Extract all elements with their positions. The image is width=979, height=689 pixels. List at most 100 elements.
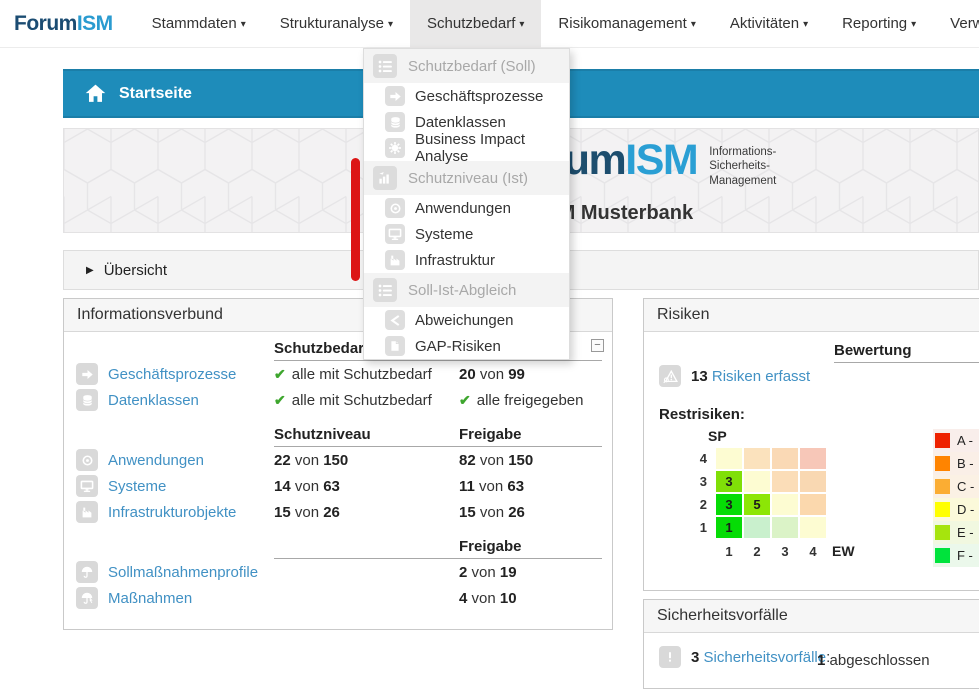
nav-item-aktivitäten[interactable]: Aktivitäten▾	[713, 0, 825, 48]
target-icon	[76, 449, 98, 471]
table-row: Anwendungen 22 von 15082 von 150	[76, 447, 602, 473]
database-icon	[385, 112, 405, 132]
table-row: Maßnahmen4 von 10	[76, 585, 602, 611]
red-section-marker	[351, 158, 360, 281]
legend-label: E -	[957, 525, 974, 540]
legend-color-swatch	[935, 548, 950, 563]
count-cell: 15 von 26	[459, 504, 602, 521]
column-header: Freigabe	[459, 538, 602, 555]
dropdown-item-infrastruktur[interactable]: Infrastruktur	[364, 247, 569, 273]
home-icon[interactable]	[85, 83, 106, 104]
arrow-right-icon	[385, 86, 405, 106]
count-cell: 15 von 26	[274, 504, 459, 521]
matrix-cell	[772, 494, 798, 515]
nav-item-schutzbedarf[interactable]: Schutzbedarf▾	[410, 0, 541, 48]
matrix-cell[interactable]: 3	[716, 494, 742, 515]
banner-logo-subtitle: Informations-Sicherheits-Management	[709, 145, 776, 188]
link-maßnahmen[interactable]: Maßnahmen	[108, 590, 192, 607]
check-cell: ✔alle mit Schutzbedarf	[274, 392, 459, 409]
nav-item-risikomanagement[interactable]: Risikomanagement▾	[541, 0, 712, 48]
check-cell: ✔alle mit Schutzbedarf	[274, 366, 459, 383]
incident-link[interactable]: Sicherheitsvorfälle	[704, 649, 827, 666]
check-icon: ✔	[274, 366, 286, 382]
matrix-cell[interactable]: 3	[716, 471, 742, 492]
link-systeme[interactable]: Systeme	[108, 478, 166, 495]
overview-label: Übersicht	[104, 262, 167, 279]
breadcrumb[interactable]: Startseite	[119, 85, 192, 103]
count-cell: 14 von 63	[274, 478, 459, 495]
legend-row: D -	[933, 498, 979, 521]
compare-icon	[385, 310, 405, 330]
dropdown-item-anwendungen[interactable]: Anwendungen	[364, 195, 569, 221]
list-icon	[373, 278, 397, 302]
matrix-cell	[772, 517, 798, 538]
arrow-right-icon	[76, 363, 98, 385]
gear-icon	[385, 138, 405, 158]
matrix-cell	[800, 517, 826, 538]
count-cell: 11 von 63	[459, 478, 602, 495]
legend-label: A -	[957, 433, 973, 448]
matrix-cell[interactable]: 1	[716, 517, 742, 538]
legend-label: D -	[957, 502, 974, 517]
dropdown-item-abweichungen[interactable]: Abweichungen	[364, 307, 569, 333]
legend-color-swatch	[935, 525, 950, 540]
nav-item-strukturanalyse[interactable]: Strukturanalyse▾	[263, 0, 410, 48]
link-infrastrukturobjekte[interactable]: Infrastrukturobjekte	[108, 504, 236, 521]
check-icon: ✔	[459, 392, 471, 408]
matrix-cell	[772, 471, 798, 492]
legend-row: C -	[933, 475, 979, 498]
link-geschäftsprozesse[interactable]: Geschäftsprozesse	[108, 366, 236, 383]
matrix-cell	[800, 448, 826, 469]
nav-item-reporting[interactable]: Reporting▾	[825, 0, 933, 48]
caret-down-icon: ▾	[803, 19, 808, 30]
matrix-ew-axis-label: EW	[828, 543, 858, 559]
collapse-button[interactable]: −	[591, 339, 604, 352]
risks-link[interactable]: Risiken erfasst	[712, 368, 810, 385]
restrisiken-label: Restrisiken:	[659, 406, 745, 423]
risks-summary: 13 Risiken erfasst	[691, 368, 810, 385]
caret-down-icon: ▾	[519, 19, 524, 30]
caret-down-icon: ▾	[241, 19, 246, 30]
top-nav: ForumISM Stammdaten▾Strukturanalyse▾Schu…	[0, 0, 979, 48]
legend-color-swatch	[935, 479, 950, 494]
document-icon	[385, 336, 405, 356]
umbrella-bolt-icon	[76, 587, 98, 609]
matrix-cell	[716, 448, 742, 469]
matrix-cell	[744, 448, 770, 469]
legend-row: F -	[933, 544, 979, 567]
incident-done: 1 abgeschlossen	[817, 652, 930, 669]
check-icon: ✔	[274, 392, 286, 408]
schutzbedarf-dropdown: Schutzbedarf (Soll)GeschäftsprozesseDate…	[363, 48, 570, 360]
app-logo[interactable]: ForumISM	[14, 12, 113, 36]
link-sollmaßnahmenprofile[interactable]: Sollmaßnahmenprofile	[108, 564, 258, 581]
legend-label: C -	[957, 479, 974, 494]
matrix-cell	[800, 471, 826, 492]
monitor-icon	[385, 224, 405, 244]
matrix-col-label: 3	[772, 544, 798, 559]
dropdown-item-systeme[interactable]: Systeme	[364, 221, 569, 247]
building-icon	[76, 501, 98, 523]
link-datenklassen[interactable]: Datenklassen	[108, 392, 199, 409]
count-cell: 82 von 150	[459, 452, 602, 469]
risk-panel-title: Risiken	[644, 299, 979, 332]
dropdown-item-gap-risiken[interactable]: GAP-Risiken	[364, 333, 569, 359]
column-header: Freigabe	[459, 426, 602, 443]
table-row: Datenklassen✔alle mit Schutzbedarf✔alle …	[76, 387, 602, 413]
incident-summary: 3 Sicherheitsvorfälle:	[691, 649, 830, 666]
dropdown-item-business-impact-analyse[interactable]: Business Impact Analyse	[364, 135, 569, 161]
nav-item-verwaltung[interactable]: Verwaltung▾	[933, 0, 979, 48]
count-cell: 2 von 19	[459, 564, 602, 581]
matrix-cell	[744, 517, 770, 538]
matrix-row-label: 3	[694, 474, 714, 489]
nav-item-stammdaten[interactable]: Stammdaten▾	[135, 0, 263, 48]
dropdown-item-geschäftsprozesse[interactable]: Geschäftsprozesse	[364, 83, 569, 109]
risk-matrix: SP 433235111234EW	[694, 428, 858, 559]
matrix-cell[interactable]: 5	[744, 494, 770, 515]
incident-panel-title: Sicherheitsvorfälle	[644, 600, 979, 633]
risk-legend: A -B -C -D -E -F -	[933, 429, 979, 567]
matrix-cell	[744, 471, 770, 492]
matrix-sp-axis-label: SP	[708, 428, 858, 444]
link-anwendungen[interactable]: Anwendungen	[108, 452, 204, 469]
count-cell: 22 von 150	[274, 452, 459, 469]
bewertung-header: Bewertung	[834, 342, 979, 363]
